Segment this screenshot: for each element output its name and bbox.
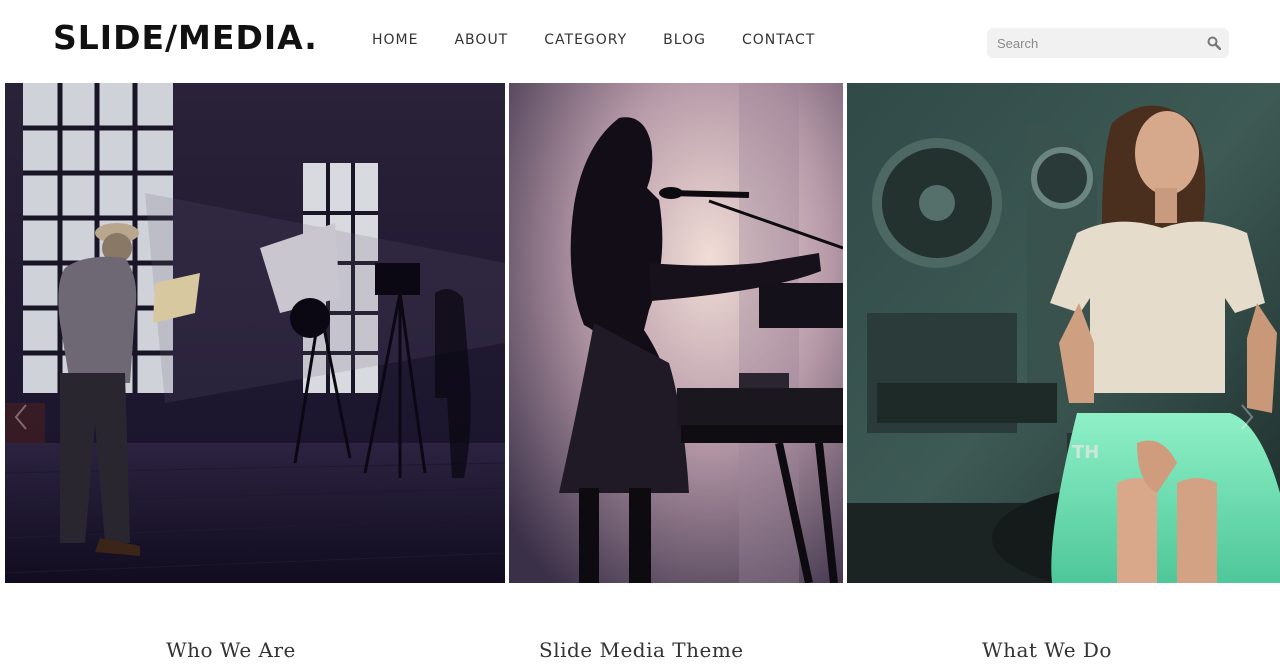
slide-what-we-do[interactable]: TH [847,83,1280,583]
site-header: SLIDE/MEDIA. HOME ABOUT CATEGORY BLOG CO… [0,0,1280,83]
image-slider: TH [0,83,1280,583]
nav-blog[interactable]: BLOG [663,31,706,49]
singer-silhouette-image [509,83,843,583]
slide-captions: Who We Are Slide Media Theme What We Do [0,638,1280,670]
caption-who-we-are[interactable]: Who We Are [131,638,331,662]
woman-sitting-image: TH [847,83,1280,583]
slide-slide-media-theme[interactable] [509,83,843,583]
search-icon[interactable] [1207,36,1221,50]
nav-home[interactable]: HOME [372,31,418,49]
nav-contact[interactable]: CONTACT [742,31,815,49]
chevron-left-icon[interactable] [14,403,28,431]
slide-who-we-are[interactable] [5,83,505,583]
chevron-right-icon[interactable] [1240,403,1254,431]
search-input[interactable] [987,28,1197,58]
site-logo[interactable]: SLIDE/MEDIA. [53,18,318,58]
nav-about[interactable]: ABOUT [454,31,508,49]
search-box [987,28,1229,58]
nav-category[interactable]: CATEGORY [544,31,627,49]
caption-slide-media-theme[interactable]: Slide Media Theme [539,638,743,662]
photo-studio-image [5,83,505,583]
svg-text:TH: TH [1072,442,1099,463]
caption-what-we-do[interactable]: What We Do [947,638,1147,662]
main-nav: HOME ABOUT CATEGORY BLOG CONTACT [372,31,851,49]
